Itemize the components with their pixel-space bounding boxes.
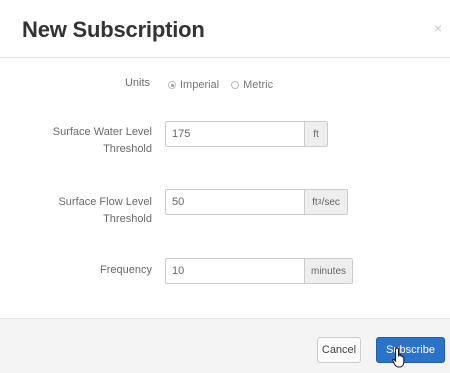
subscribe-button[interactable]: Subscribe (376, 337, 445, 363)
flow-level-label-line1: Surface Flow Level (58, 196, 152, 208)
water-level-input[interactable] (166, 122, 304, 146)
frequency-label: Frequency (100, 264, 152, 276)
units-label: Units (124, 77, 150, 89)
units-option-metric-label: Metric (243, 79, 274, 91)
dialog-title: New Subscription (22, 17, 205, 42)
water-level-unit: ft (304, 122, 327, 146)
dialog-header: New Subscription × (0, 0, 450, 58)
water-level-label-line2: Threshold (103, 143, 152, 155)
flow-unit-tail: /sec (321, 196, 340, 208)
water-level-label-line1: Surface Water Level (52, 126, 152, 138)
flow-level-unit: ft 3/sec (304, 190, 347, 214)
units-option-imperial-label: Imperial (180, 79, 220, 91)
flow-level-input[interactable] (166, 190, 304, 214)
water-level-input-group: ft (165, 121, 328, 147)
radio-metric[interactable] (231, 81, 240, 89)
flow-level-label-line2: Threshold (103, 213, 152, 225)
cancel-button[interactable]: Cancel (317, 337, 361, 363)
hand-pointer-icon (392, 347, 405, 368)
radio-imperial[interactable] (168, 81, 176, 89)
flow-level-label: Surface Flow Level Threshold (20, 194, 152, 228)
units-option-imperial[interactable]: Imperial (168, 79, 219, 91)
units-radio-group: Imperial Metric (168, 79, 285, 91)
close-icon[interactable]: × (434, 20, 442, 36)
frequency-input-group: minutes (165, 258, 353, 284)
water-level-label: Surface Water Level Threshold (20, 124, 152, 158)
frequency-unit: minutes (304, 259, 352, 283)
units-option-metric[interactable]: Metric (231, 79, 273, 91)
flow-level-input-group: ft3/sec (165, 189, 348, 215)
frequency-input[interactable] (166, 259, 304, 283)
